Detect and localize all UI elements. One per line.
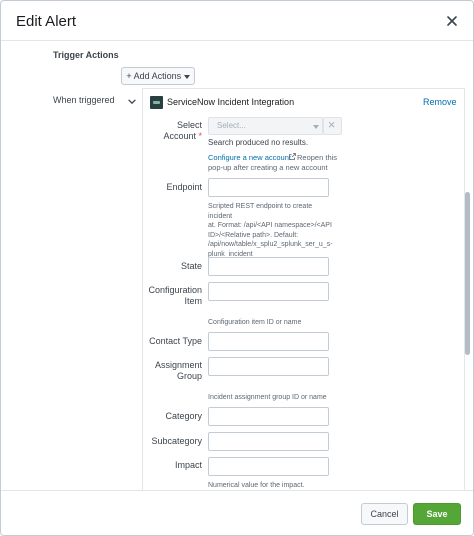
contact-type-label: Contact Type [149,336,202,346]
configuration-item-help: Configuration item ID or name [208,319,302,326]
required-mark: * [198,131,202,141]
edit-alert-modal: Edit Alert Trigger Actions + Add Actions… [0,0,474,536]
reopen-text: Reopen this [297,153,338,162]
add-actions-label: + Add Actions [126,71,182,81]
caret-down-icon [313,125,319,129]
modal-footer: Cancel Save [1,490,473,535]
subcategory-input[interactable] [208,432,329,451]
impact-label: Impact [174,460,202,470]
when-triggered-label: When triggered [53,95,115,105]
impact-help: Numerical value for the impact. [208,482,305,489]
add-actions-button[interactable]: + Add Actions [121,67,195,85]
close-icon[interactable] [445,14,459,28]
assignment-group-input[interactable] [208,357,329,376]
chevron-down-icon[interactable] [128,99,136,105]
endpoint-input[interactable] [208,178,329,197]
configuration-item-label: Configuration Item [148,285,202,306]
trigger-actions-heading: Trigger Actions [53,50,119,60]
account-select-placeholder: Select... [217,121,246,130]
account-clear-button[interactable] [323,117,342,135]
modal-header: Edit Alert [1,1,473,41]
configuration-item-input[interactable] [208,282,329,301]
no-results-text: Search produced no results. [208,138,309,147]
subcategory-label: Subcategory [151,436,202,446]
cancel-button[interactable]: Cancel [361,503,408,525]
remove-action-link[interactable]: Remove [423,97,457,107]
account-select[interactable]: Select... [208,117,323,135]
assignment-group-help: Incident assignment group ID or name [208,394,327,401]
modal-title: Edit Alert [16,13,77,30]
impact-input[interactable] [208,457,329,476]
integration-name: ServiceNow Incident Integration [167,97,295,107]
assignment-group-label: Assignment Group [154,360,202,381]
configure-account-link[interactable]: Configure a new account [208,153,291,162]
category-input[interactable] [208,407,329,426]
caret-down-icon [183,74,190,79]
scrollbar-thumb[interactable] [465,192,470,355]
category-label: Category [165,411,202,421]
clear-icon [328,121,335,128]
state-label: State [180,261,202,271]
endpoint-label: Endpoint [166,182,202,192]
save-button[interactable]: Save [413,503,461,525]
modal-body: Trigger Actions + Add Actions When trigg… [1,42,473,490]
reopen-text-continued: pop-up after creating a new account [208,163,328,172]
servicenow-logo-icon [150,96,163,109]
state-input[interactable] [208,257,329,276]
contact-type-input[interactable] [208,332,329,351]
external-link-icon [289,153,296,160]
endpoint-help: Scripted REST endpoint to create inciden… [208,203,333,258]
select-account-label: Select Account * [163,120,202,141]
